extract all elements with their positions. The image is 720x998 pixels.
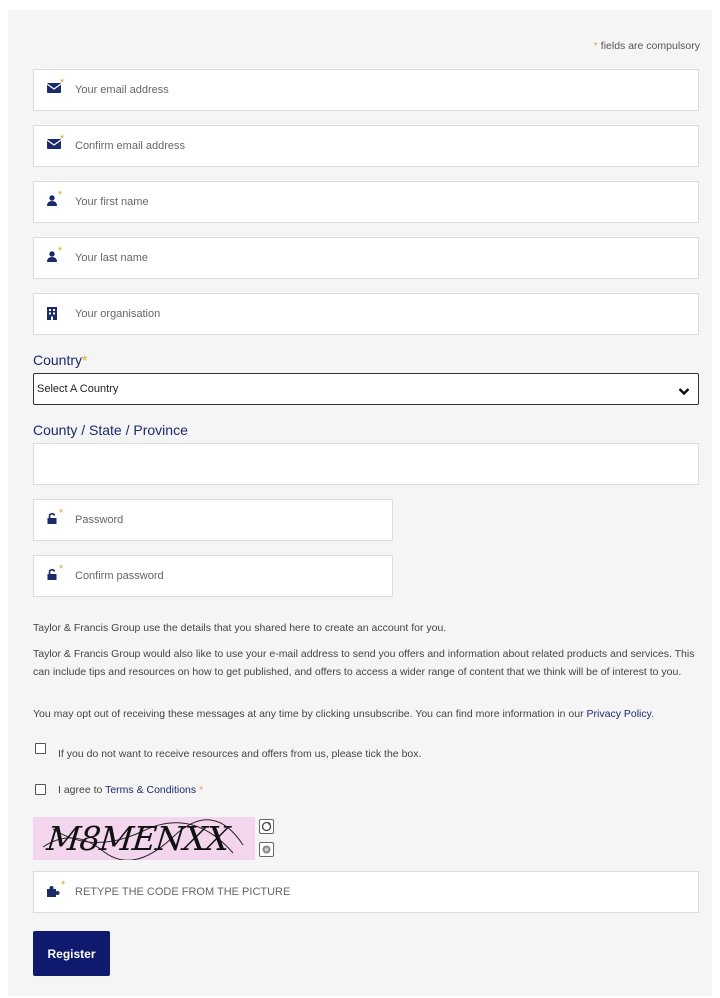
audio-icon <box>262 845 271 854</box>
terms-checkbox[interactable] <box>35 784 46 795</box>
confirm-password-placeholder: Confirm password <box>75 570 164 582</box>
confirm-email-placeholder: Confirm email address <box>75 140 186 152</box>
confirm-password-field[interactable]: * Confirm password <box>33 555 393 597</box>
first-name-placeholder: Your first name <box>75 196 149 208</box>
country-selected-value: Select A Country <box>37 383 119 395</box>
password-field[interactable]: * Password <box>33 499 393 541</box>
region-field[interactable] <box>33 443 699 485</box>
user-icon: * <box>47 245 63 265</box>
country-select[interactable]: Select A Country <box>33 373 699 405</box>
captcha-code: M8MENXX <box>44 819 231 858</box>
consent-text-optout: You may opt out of receiving these messa… <box>33 708 655 720</box>
chevron-down-icon <box>678 383 690 401</box>
consent-text-account: Taylor & Francis Group use the details t… <box>33 622 447 634</box>
user-icon: * <box>47 189 63 209</box>
puzzle-icon: * <box>47 879 65 899</box>
envelope-icon: * <box>47 77 64 97</box>
captcha-input[interactable]: * RETYPE THE CODE FROM THE PICTURE <box>33 871 699 913</box>
optout-checkbox-label: If you do not want to receive resources … <box>58 748 422 760</box>
required-fields-note: * fields are compulsory <box>593 40 700 52</box>
region-label: County / State / Province <box>33 422 188 438</box>
terms-checkbox-label: I agree to Terms & Conditions * <box>58 784 204 796</box>
organisation-field[interactable]: Your organisation <box>33 293 699 335</box>
organisation-placeholder: Your organisation <box>75 308 161 320</box>
last-name-field[interactable]: * Your last name <box>33 237 699 279</box>
email-placeholder: Your email address <box>75 84 169 96</box>
register-button[interactable]: Register <box>33 931 110 976</box>
terms-link[interactable]: Terms & Conditions <box>105 784 196 796</box>
optout-checkbox[interactable] <box>35 743 46 754</box>
captcha-audio-button[interactable] <box>259 842 274 857</box>
building-icon <box>47 307 63 321</box>
password-placeholder: Password <box>75 514 124 526</box>
first-name-field[interactable]: * Your first name <box>33 181 699 223</box>
last-name-placeholder: Your last name <box>75 252 148 264</box>
email-field[interactable]: * Your email address <box>33 69 699 111</box>
lock-icon: * <box>47 507 63 527</box>
lock-icon: * <box>47 563 63 583</box>
captcha-input-placeholder: RETYPE THE CODE FROM THE PICTURE <box>75 886 291 898</box>
refresh-icon <box>261 821 272 832</box>
captcha-refresh-button[interactable] <box>259 819 274 834</box>
confirm-email-field[interactable]: * Confirm email address <box>33 125 699 167</box>
captcha-image: M8MENXX <box>33 817 255 860</box>
envelope-icon: * <box>47 133 64 153</box>
country-label: Country* <box>33 352 88 368</box>
privacy-policy-link[interactable]: Privacy Policy <box>587 708 652 720</box>
consent-text-marketing: Taylor & Francis Group would also like t… <box>33 648 695 678</box>
